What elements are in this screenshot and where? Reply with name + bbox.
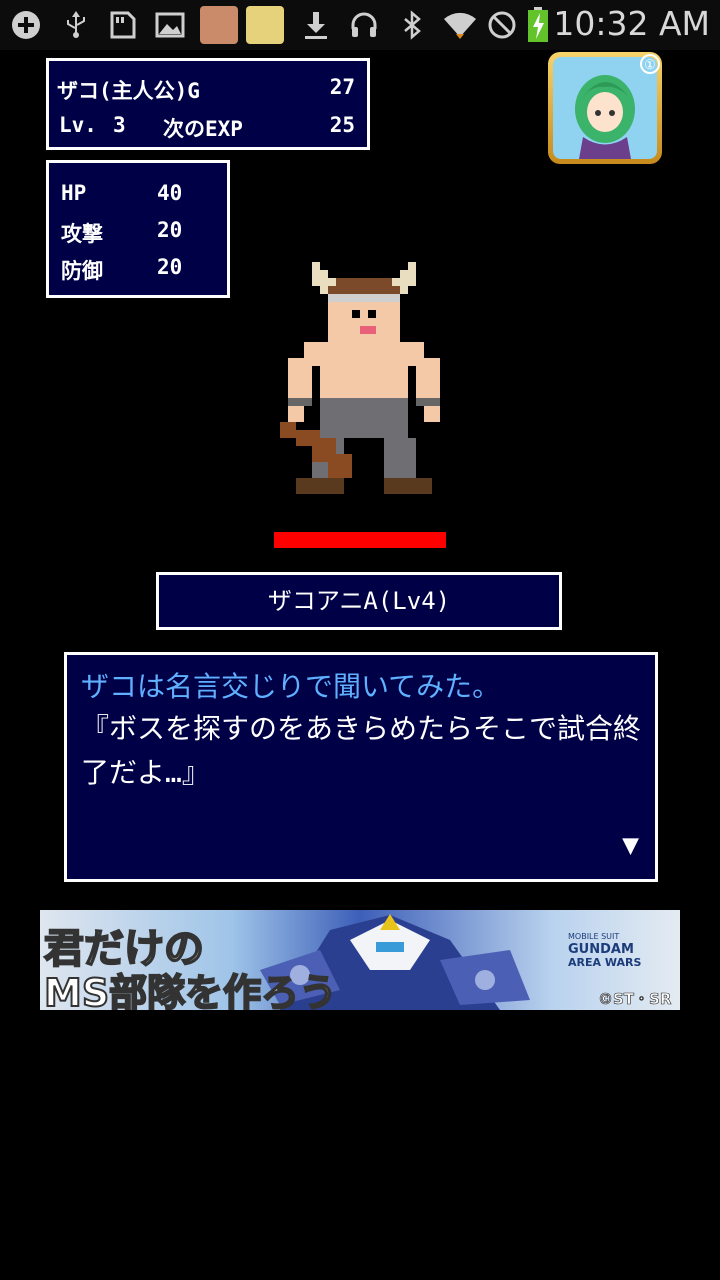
player-name: ザコ(主人公)G <box>57 79 200 103</box>
banner-copyright: ©ST・SR <box>598 990 672 1009</box>
message-line-1: ザコは名言交じりで聞いてみた。 <box>81 670 501 703</box>
stat-hp-value: 40 <box>157 181 183 205</box>
next-page-indicator[interactable]: ▼ <box>622 828 639 861</box>
download-icon <box>305 12 327 39</box>
message-line-2: 『ボスを探すのをあきらめたらそこで試合終 <box>81 712 642 745</box>
clock: 10:32 AM <box>553 4 710 43</box>
banner-logo-title-1: GUNDAM <box>568 942 634 957</box>
enemy-hp-bar <box>274 532 446 548</box>
stat-hp-label: HP <box>61 181 87 205</box>
banner-headline-2: MS部隊を作ろう <box>43 970 338 1010</box>
usb-icon <box>67 11 85 38</box>
enemy-name-panel: ザコアニA(Lv4) <box>156 572 562 630</box>
status-bar: 10:32 AM <box>0 0 720 50</box>
enemy-sprite[interactable] <box>272 262 448 502</box>
no-signal-icon <box>488 11 516 39</box>
app-icon-2 <box>246 6 284 44</box>
next-exp-value: 25 <box>329 113 355 137</box>
image-icon <box>155 12 185 38</box>
headset-icon <box>351 12 377 37</box>
message-line-3: 了だよ…』 <box>81 756 210 789</box>
bluetooth-icon <box>404 10 421 40</box>
character-portrait-icon <box>553 57 657 159</box>
add-icon <box>12 11 40 39</box>
battery-charging-icon <box>528 7 548 42</box>
next-exp-label: 次のEXP <box>163 117 243 141</box>
notification-badge-icon: ① <box>640 54 660 74</box>
stat-defense-label: 防御 <box>61 259 103 283</box>
ad-banner[interactable]: 君だけの MS部隊を作ろう MOBILE SUIT GUNDAM AREA WA… <box>40 910 680 1010</box>
banner-logo-small: MOBILE SUIT <box>568 932 620 941</box>
stat-defense-value: 20 <box>157 255 183 279</box>
stat-attack-label: 攻撃 <box>61 222 103 246</box>
player-gold: 27 <box>329 75 355 99</box>
banner-logo-title-2: AREA WARS <box>568 956 642 969</box>
stat-attack-value: 20 <box>157 218 183 242</box>
companion-icon[interactable]: ① <box>548 52 662 164</box>
stats-panel: HP 40 攻撃 20 防御 20 <box>46 160 230 298</box>
player-status-panel: ザコ(主人公)G 27 Lv. 3 次のEXP 25 <box>46 58 370 150</box>
wifi-icon <box>444 12 476 39</box>
enemy-name: ザコアニA(Lv4) <box>267 587 451 615</box>
level-label: Lv. <box>59 113 97 137</box>
player-level: 3 <box>113 113 126 137</box>
sd-card-icon <box>110 11 136 39</box>
message-window[interactable]: ザコは名言交じりで聞いてみた。 『ボスを探すのをあきらめたらそこで試合終 了だよ… <box>64 652 658 882</box>
app-icon <box>200 6 238 44</box>
